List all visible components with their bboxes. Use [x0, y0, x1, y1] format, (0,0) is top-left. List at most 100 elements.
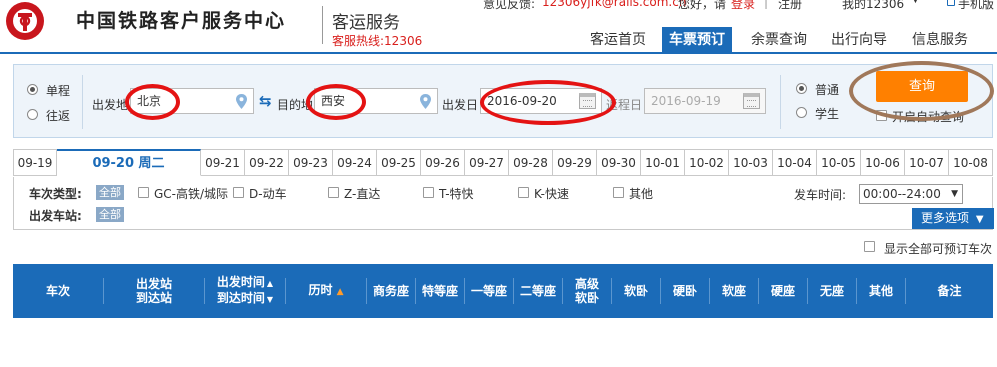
train-type-all-tag[interactable]: 全部: [96, 185, 124, 200]
date-tab[interactable]: 10-08: [949, 149, 993, 176]
train-type-checkbox[interactable]: [518, 187, 529, 198]
train-type-label: 车次类型:: [29, 187, 82, 201]
mobile-version-link[interactable]: 手机版: [958, 0, 994, 12]
depart-date-label: 出发日: [442, 98, 479, 112]
date-tab[interactable]: 09-27: [465, 149, 509, 176]
col-other: 其他: [857, 264, 905, 318]
train-type-checkbox[interactable]: [328, 187, 339, 198]
chevron-down-icon[interactable]: ▼: [912, 0, 919, 5]
col-second-label: 二等座: [519, 284, 556, 298]
col-hard-seat: 硬座: [759, 264, 807, 318]
col-train-no[interactable]: 车次: [13, 264, 103, 318]
date-tab-active[interactable]: 09-20 周二: [57, 149, 201, 176]
col-hard-sleeper: 硬卧: [661, 264, 709, 318]
calendar-icon[interactable]: [579, 93, 596, 109]
date-tab[interactable]: 09-30: [597, 149, 641, 176]
my-account-link[interactable]: 我的12306: [842, 0, 904, 12]
more-options-button[interactable]: 更多选项 ▼: [912, 208, 994, 229]
col-duration[interactable]: 历时 ▲: [286, 264, 366, 318]
date-tab[interactable]: 10-02: [685, 149, 729, 176]
date-tab[interactable]: 09-28: [509, 149, 553, 176]
depart-time-select[interactable]: 00:00--24:00 ▼: [859, 184, 963, 204]
date-tab[interactable]: 09-25: [377, 149, 421, 176]
col-stations[interactable]: 出发站 到达站: [104, 264, 204, 318]
register-link[interactable]: 注册: [778, 0, 802, 12]
train-type-checkbox[interactable]: [138, 187, 149, 198]
feedback-label: 意见反馈:: [483, 0, 536, 11]
login-link[interactable]: 登录: [731, 0, 755, 12]
nav-item-remaining-tickets[interactable]: 余票查询: [744, 27, 814, 53]
divider: [82, 75, 83, 129]
passenger-student-label: 学生: [815, 107, 840, 121]
train-type-option: T-特快: [439, 187, 474, 201]
nav-item-ticket-booking[interactable]: 车票预订: [662, 27, 732, 53]
return-date-label: 返程日: [606, 98, 643, 112]
date-tab[interactable]: 09-21: [201, 149, 245, 176]
nav-item-info-service[interactable]: 信息服务: [904, 27, 976, 53]
trip-return-radio[interactable]: [27, 109, 38, 120]
depart-station-all-tag[interactable]: 全部: [96, 207, 124, 222]
calendar-icon[interactable]: [743, 93, 760, 109]
date-tab[interactable]: 10-06: [861, 149, 905, 176]
link-divider: |: [764, 0, 769, 9]
nav-item-travel-guide[interactable]: 出行向导: [824, 27, 894, 53]
location-pin-icon[interactable]: [419, 94, 432, 109]
date-tab[interactable]: 09-26: [421, 149, 465, 176]
date-tab[interactable]: 10-07: [905, 149, 949, 176]
query-button[interactable]: 查询: [876, 71, 968, 102]
passenger-normal-radio[interactable]: [796, 83, 807, 94]
main-nav: 客运首页 车票预订 余票查询 出行向导 信息服务: [0, 27, 997, 53]
date-tab[interactable]: 09-24: [333, 149, 377, 176]
from-station-input[interactable]: 北京: [130, 88, 254, 114]
date-tab[interactable]: 10-05: [817, 149, 861, 176]
mobile-phone-icon[interactable]: [947, 0, 955, 6]
sort-down-icon[interactable]: ▼: [267, 295, 273, 304]
col-other-label: 其他: [868, 284, 893, 298]
swap-stations-icon[interactable]: ⇆: [259, 94, 275, 109]
divider: [780, 75, 781, 129]
date-tab[interactable]: 09-23: [289, 149, 333, 176]
sort-up-icon[interactable]: ▲: [267, 279, 273, 288]
location-pin-icon[interactable]: [235, 94, 248, 109]
col-hard-seat-label: 硬座: [770, 284, 795, 298]
train-type-checkbox[interactable]: [233, 187, 244, 198]
ticket-search-panel: 单程 往返 出发地 北京 ⇆ 目的地 西安 出发日 2016-09-20 返程日…: [13, 64, 993, 138]
to-station-input[interactable]: 西安: [314, 88, 438, 114]
passenger-normal-label: 普通: [815, 83, 840, 97]
sort-asc-icon[interactable]: ▲: [337, 287, 344, 297]
train-type-option: D-动车: [249, 187, 287, 201]
col-hard-sleeper-label: 硬卧: [672, 284, 697, 298]
date-tab[interactable]: 09-29: [553, 149, 597, 176]
col-soft-sleeper: 软卧: [612, 264, 660, 318]
date-tab[interactable]: 09-19: [13, 149, 57, 176]
col-times[interactable]: 出发时间 ▲ 到达时间 ▼: [205, 264, 285, 318]
col-soft-seat: 软座: [710, 264, 758, 318]
depart-time-value: 00:00--24:00: [863, 187, 941, 201]
depart-station-label: 出发车站:: [29, 209, 82, 223]
depart-date-value: 2016-09-20: [487, 94, 557, 108]
feedback-email-link[interactable]: 12306yjfk@rails.com.cn: [542, 0, 686, 9]
passenger-student-radio[interactable]: [796, 107, 807, 118]
date-tab[interactable]: 10-03: [729, 149, 773, 176]
from-station-value: 北京: [137, 94, 162, 108]
return-date-input[interactable]: 2016-09-19: [644, 88, 766, 114]
col-premium-label: 特等座: [421, 284, 458, 298]
depart-date-input[interactable]: 2016-09-20: [480, 88, 602, 114]
show-all-checkbox[interactable]: [864, 241, 875, 252]
col-remark: 备注: [906, 264, 993, 318]
auto-query-checkbox[interactable]: [876, 110, 887, 121]
col-no-seat: 无座: [808, 264, 856, 318]
nav-item-home[interactable]: 客运首页: [582, 27, 654, 53]
to-label: 目的地: [277, 98, 314, 112]
train-type-option: K-快速: [534, 187, 569, 201]
train-type-option: Z-直达: [344, 187, 381, 201]
col-premium: 特等座: [416, 264, 464, 318]
train-type-checkbox[interactable]: [613, 187, 624, 198]
date-tab[interactable]: 09-22: [245, 149, 289, 176]
col-arrive-station-label: 到达站: [135, 291, 172, 305]
trip-single-radio[interactable]: [27, 84, 38, 95]
date-tab[interactable]: 10-01: [641, 149, 685, 176]
train-type-checkbox[interactable]: [423, 187, 434, 198]
col-first-label: 一等座: [470, 284, 507, 298]
date-tab[interactable]: 10-04: [773, 149, 817, 176]
